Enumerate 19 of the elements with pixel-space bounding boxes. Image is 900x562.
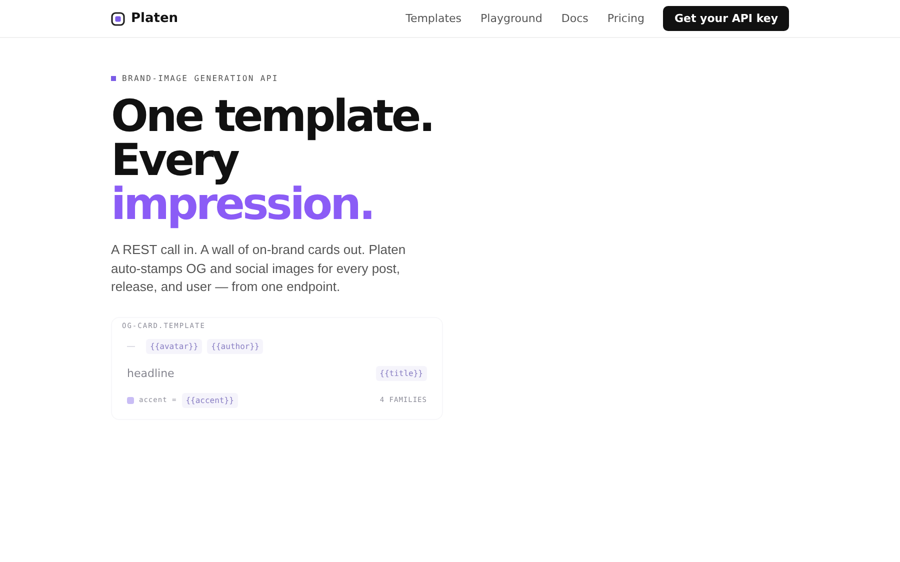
template-token: {{author}} [207, 338, 264, 354]
hero-description: A REST call in. A wall of on-brand cards out. Platen auto-stamps OG and social images for every post, release, and user — from one endpoint. [111, 241, 407, 296]
nav-link[interactable]: Docs [561, 12, 588, 25]
headline-line: One template. [111, 95, 433, 139]
template-token: {{avatar}} [146, 338, 202, 354]
eyebrow-label: BRAND-IMAGE GENERATION API [122, 74, 278, 83]
square-icon [111, 76, 116, 81]
headline-sample: headline [127, 366, 174, 380]
brand-name[interactable]: Platen [131, 11, 178, 26]
headline-line: impression. [111, 183, 374, 227]
nav-link[interactable]: Pricing [607, 12, 644, 25]
headline-line: Every [111, 139, 238, 183]
api-key-button[interactable]: Get your API key [663, 6, 789, 31]
nav-link[interactable]: Templates [406, 12, 462, 25]
template-token: {{title}} [376, 366, 427, 380]
nav-link[interactable]: Playground [480, 12, 542, 25]
swatch-icon [127, 396, 134, 404]
template-token: {{accent}} [182, 392, 238, 408]
logo-icon [111, 12, 125, 26]
